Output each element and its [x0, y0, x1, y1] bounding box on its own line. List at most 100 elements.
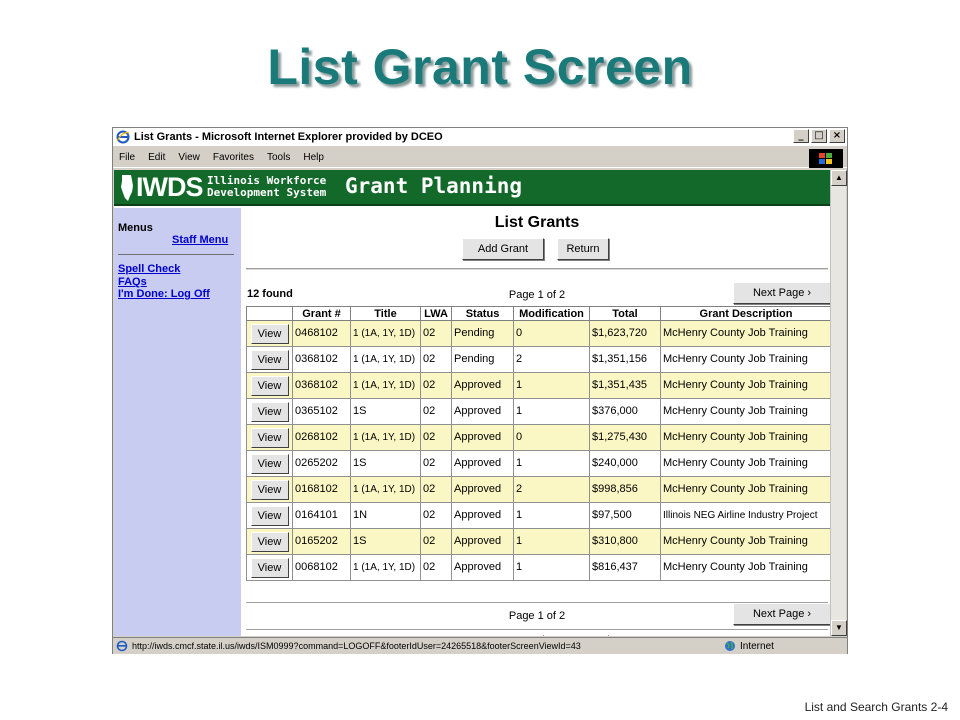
table-row: View 0164101 1N 02 Approved 1 $97,500 Illinois … — [246, 502, 830, 529]
spell-check-link[interactable]: Spell Check — [118, 263, 180, 275]
menu-file[interactable]: File — [119, 152, 135, 163]
grant-number-cell: 0165202 — [292, 528, 351, 555]
add-grant-button-bottom[interactable]: Add Grant — [462, 635, 544, 636]
page-status-icon — [116, 640, 128, 652]
menu-favorites[interactable]: Favorites — [213, 152, 254, 163]
table-row: View 0265202 1S 02 Approved 1 $240,000 McHenry … — [246, 450, 830, 477]
title-cell: 1 (1A, 1Y, 1D) — [350, 372, 421, 399]
total-cell: $816,437 — [589, 554, 661, 581]
view-button[interactable]: View — [250, 401, 289, 422]
col-header-action — [246, 306, 293, 321]
close-button[interactable]: × — [829, 129, 845, 143]
iwds-header: IWDS Illinois Workforce Development Syst… — [114, 170, 830, 206]
scroll-down-icon[interactable]: ▼ — [831, 620, 847, 636]
description-cell: McHenry County Job Training — [660, 372, 830, 399]
table-row: View 0468102 1 (1A, 1Y, 1D) 02 Pending 0 $1,62… — [246, 320, 830, 347]
grant-planning-title: Grant Planning — [345, 174, 523, 198]
modification-cell: 0 — [513, 320, 590, 347]
view-button[interactable]: View — [250, 375, 289, 396]
modification-cell: 1 — [513, 450, 590, 477]
log-off-link[interactable]: I'm Done: Log Off — [118, 288, 210, 300]
title-cell: 1 (1A, 1Y, 1D) — [350, 476, 421, 503]
status-cell: Approved — [451, 476, 514, 503]
status-cell: Approved — [451, 528, 514, 555]
view-cell: View — [246, 346, 293, 373]
restore-button[interactable]: □ — [811, 129, 827, 143]
grant-number-cell: 0268102 — [292, 424, 351, 451]
description-cell: McHenry County Job Training — [660, 554, 830, 581]
description-cell: Illinois NEG Airline Industry Project — [660, 502, 830, 529]
modification-cell: 2 — [513, 476, 590, 503]
title-cell: 1 (1A, 1Y, 1D) — [350, 424, 421, 451]
total-cell: $998,856 — [589, 476, 661, 503]
lwa-cell: 02 — [420, 476, 452, 503]
description-cell: McHenry County Job Training — [660, 476, 830, 503]
col-header-title: Title — [350, 306, 421, 321]
status-cell: Approved — [451, 424, 514, 451]
table-row: View 0068102 1 (1A, 1Y, 1D) 02 Approved 1 $816… — [246, 554, 830, 581]
slide-footer: List and Search Grants 2-4 — [804, 700, 948, 714]
view-button[interactable]: View — [250, 557, 289, 578]
grants-table: Grant # Title LWA Status Modification To… — [246, 306, 830, 581]
view-button[interactable]: View — [250, 349, 289, 370]
lwa-cell: 02 — [420, 398, 452, 425]
status-cell: Approved — [451, 398, 514, 425]
view-button[interactable]: View — [250, 479, 289, 500]
view-button[interactable]: View — [250, 453, 289, 474]
add-grant-button[interactable]: Add Grant — [462, 238, 544, 260]
scroll-up-icon[interactable]: ▲ — [831, 170, 847, 186]
window-titlebar[interactable]: List Grants - Microsoft Internet Explore… — [113, 128, 847, 146]
col-header-total: Total — [589, 306, 661, 321]
description-cell: McHenry County Job Training — [660, 450, 830, 477]
lwa-cell: 02 — [420, 424, 452, 451]
left-nav: Menus Staff Menu Spell Check FAQs I'm Do… — [114, 208, 241, 636]
grant-number-cell: 0368102 — [292, 346, 351, 373]
total-cell: $1,623,720 — [589, 320, 661, 347]
view-button[interactable]: View — [250, 323, 289, 344]
modification-cell: 1 — [513, 372, 590, 399]
status-cell: Approved — [451, 372, 514, 399]
menu-help[interactable]: Help — [303, 152, 324, 163]
status-cell: Pending — [451, 320, 514, 347]
staff-menu-link[interactable]: Staff Menu — [172, 234, 228, 246]
col-header-lwa: LWA — [420, 306, 452, 321]
ie-icon — [116, 130, 130, 144]
zone-label: Internet — [740, 640, 774, 652]
lwa-cell: 02 — [420, 502, 452, 529]
menu-tools[interactable]: Tools — [267, 152, 290, 163]
view-button[interactable]: View — [250, 531, 289, 552]
view-button[interactable]: View — [250, 427, 289, 448]
view-cell: View — [246, 372, 293, 399]
view-button[interactable]: View — [250, 505, 289, 526]
view-cell: View — [246, 528, 293, 555]
menu-view[interactable]: View — [178, 152, 200, 163]
windows-logo-icon — [809, 149, 843, 168]
status-url: http://iwds.cmcf.state.il.us/iwds/ISM099… — [132, 641, 581, 651]
status-cell: Approved — [451, 554, 514, 581]
title-cell: 1 (1A, 1Y, 1D) — [350, 346, 421, 373]
col-header-status: Status — [451, 306, 514, 321]
vertical-scrollbar[interactable]: ▲ ▼ — [830, 170, 847, 636]
total-cell: $1,351,156 — [589, 346, 661, 373]
total-cell: $1,275,430 — [589, 424, 661, 451]
nav-heading: Menus — [118, 222, 153, 234]
total-cell: $310,800 — [589, 528, 661, 555]
browser-window: List Grants - Microsoft Internet Explore… — [112, 127, 848, 654]
page-viewport: IWDS Illinois Workforce Development Syst… — [114, 170, 830, 636]
lwa-cell: 02 — [420, 320, 452, 347]
description-cell: McHenry County Job Training — [660, 320, 830, 347]
faqs-link[interactable]: FAQs — [118, 276, 147, 288]
table-row: View 0368102 1 (1A, 1Y, 1D) 02 Pending 2 $1,35… — [246, 346, 830, 373]
total-cell: $240,000 — [589, 450, 661, 477]
return-button-bottom[interactable]: Return — [557, 635, 609, 636]
grant-number-cell: 0068102 — [292, 554, 351, 581]
return-button[interactable]: Return — [557, 238, 609, 260]
modification-cell: 1 — [513, 398, 590, 425]
next-page-button-bottom[interactable]: Next Page › — [733, 603, 830, 625]
next-page-button[interactable]: Next Page › — [733, 282, 830, 304]
status-bar: http://iwds.cmcf.state.il.us/iwds/ISM099… — [113, 637, 847, 654]
window-title: List Grants - Microsoft Internet Explore… — [134, 131, 443, 143]
minimize-button[interactable]: _ — [793, 129, 809, 143]
menu-edit[interactable]: Edit — [148, 152, 165, 163]
title-cell: 1 (1A, 1Y, 1D) — [350, 554, 421, 581]
